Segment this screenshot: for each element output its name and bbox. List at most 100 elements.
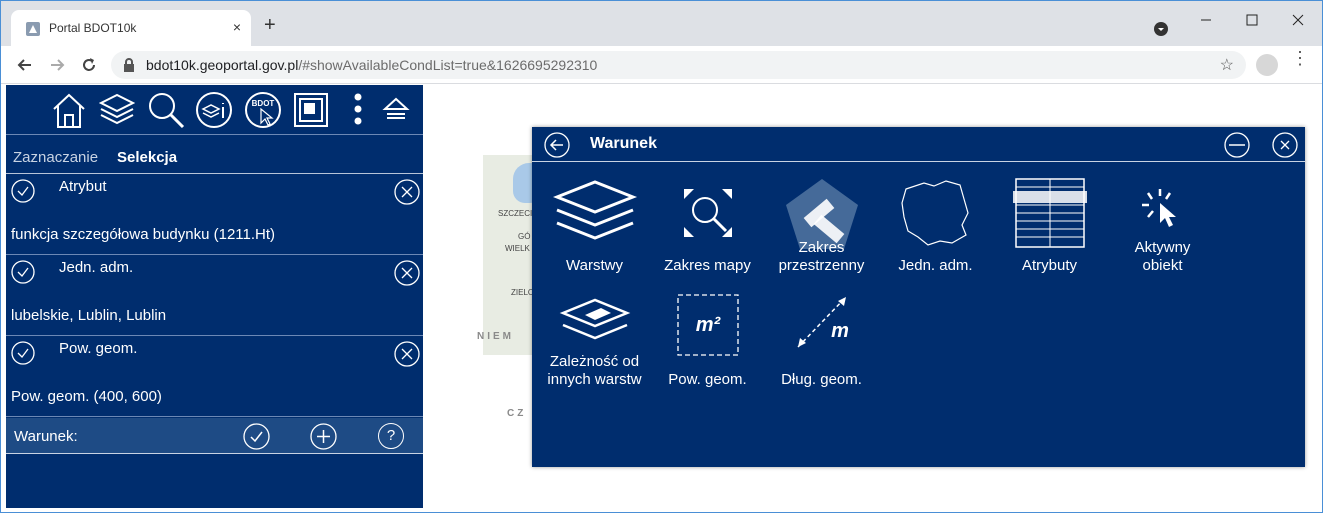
help-icon[interactable]: ? xyxy=(378,423,404,449)
option-zaleznosc[interactable]: Zależność od innych warstw xyxy=(537,297,652,397)
option-label: Zakres mapy xyxy=(664,257,751,274)
extent-icon[interactable] xyxy=(293,91,329,129)
option-pow-geom[interactable]: m² Pow. geom. xyxy=(650,294,765,397)
url-field[interactable]: bdot10k.geoportal.gov.pl/#showAvailableC… xyxy=(111,51,1246,79)
option-label: innych warstw xyxy=(547,371,642,388)
browser-window: Portal BDOT10k × + bdot10k.geoportal.gov… xyxy=(0,0,1323,513)
option-warstwy[interactable]: Warstwy xyxy=(537,177,652,277)
bookmark-star-icon[interactable]: ☆ xyxy=(1220,55,1234,75)
tab-selekcja[interactable]: Selekcja xyxy=(117,149,177,166)
profile-dropdown-icon[interactable] xyxy=(1153,21,1169,37)
back-arrow-icon[interactable] xyxy=(15,55,35,75)
forward-arrow-icon[interactable] xyxy=(47,55,67,75)
condition-name: Pow. geom. xyxy=(59,340,138,357)
area-measure-icon: m² xyxy=(676,294,739,356)
option-label: Aktywny xyxy=(1134,239,1191,256)
condition-bar-label: Warunek: xyxy=(14,428,78,445)
map-label: ZIELO xyxy=(511,288,533,297)
condition-dialog: Warunek Warstwy Zakres mapy Zakres przes… xyxy=(532,127,1305,467)
option-zakres-mapy[interactable]: Zakres mapy xyxy=(650,177,765,277)
lock-icon xyxy=(124,58,134,72)
minimize-icon[interactable] xyxy=(1199,13,1213,27)
apply-check-icon[interactable] xyxy=(243,423,270,450)
condition-name: Jedn. adm. xyxy=(59,259,134,276)
check-circle-icon[interactable] xyxy=(11,179,35,203)
url-host: bdot10k.geoportal.gov.pl xyxy=(146,57,299,73)
option-label: Warstwy xyxy=(566,257,623,274)
condition-value: funkcja szczegółowa budynku (1211.Ht) xyxy=(11,226,276,243)
map-label: GÓ xyxy=(518,232,531,241)
length-icon-text: m xyxy=(831,320,849,342)
length-measure-icon: m xyxy=(796,296,849,348)
condition-item: Jedn. adm. lubelskie, Lublin, Lublin xyxy=(6,256,423,336)
bdot-icon-label: BDOT xyxy=(252,99,275,108)
reload-icon[interactable] xyxy=(79,55,99,75)
add-condition-icon[interactable] xyxy=(310,423,337,450)
back-arrow-icon[interactable] xyxy=(544,132,570,158)
minimize-dialog-icon[interactable] xyxy=(1224,132,1250,158)
option-label: Dług. geom. xyxy=(781,371,862,388)
dialog-header: Warunek xyxy=(532,127,1305,162)
search-icon[interactable] xyxy=(147,91,185,129)
layers-icon xyxy=(552,180,637,240)
map-water xyxy=(513,163,533,203)
collapse-icon[interactable] xyxy=(381,95,411,125)
layer-dependency-icon xyxy=(559,298,630,340)
map-label: WIELK xyxy=(505,244,530,253)
tab-strip: Portal BDOT10k × + xyxy=(1,1,1322,46)
option-dlug-geom[interactable]: m Dług. geom. xyxy=(764,296,879,397)
condition-value: Pow. geom. (400, 600) xyxy=(11,388,162,405)
map-view[interactable]: SZCZECI GÓ WIELK ZIELO NIEM CZ xyxy=(423,85,533,512)
panel-toolbar: BDOT xyxy=(6,85,423,135)
check-circle-icon[interactable] xyxy=(11,341,35,365)
option-label: Zależność od xyxy=(549,353,640,370)
window-close-icon[interactable] xyxy=(1291,13,1305,27)
map-label: NIEM xyxy=(477,331,514,342)
option-label: Atrybuty xyxy=(1021,257,1078,274)
option-atrybuty[interactable]: Atrybuty xyxy=(992,177,1107,277)
attribute-table-icon xyxy=(1012,178,1087,248)
map-label: SZCZECI xyxy=(498,209,533,218)
tab-close-button[interactable]: × xyxy=(229,19,245,35)
option-jedn-adm[interactable]: Jedn. adm. xyxy=(878,177,993,277)
remove-condition-icon[interactable] xyxy=(394,341,420,367)
area-icon-text: m² xyxy=(695,314,721,336)
option-label: obiekt xyxy=(1142,257,1183,274)
home-icon[interactable] xyxy=(51,91,87,129)
new-tab-button[interactable]: + xyxy=(264,15,276,35)
profile-avatar-icon[interactable] xyxy=(1256,54,1278,76)
option-label: przestrzenny xyxy=(778,257,865,274)
url-path: /#showAvailableCondList=true&16266952923… xyxy=(298,57,598,73)
option-label: Jedn. adm. xyxy=(898,257,973,274)
condition-value: lubelskie, Lublin, Lublin xyxy=(11,307,167,324)
tab-title: Portal BDOT10k xyxy=(49,21,137,35)
tab-zaznaczanie[interactable]: Zaznaczanie xyxy=(13,149,98,166)
browser-menu-icon[interactable]: ⋮ xyxy=(1291,49,1309,67)
browser-tab[interactable]: Portal BDOT10k × xyxy=(11,10,251,46)
option-label: Pow. geom. xyxy=(668,371,747,388)
remove-condition-icon[interactable] xyxy=(394,179,420,205)
panel-tabs: Zaznaczanie Selekcja xyxy=(6,136,423,174)
option-zakres-przestrzenny[interactable]: Zakres przestrzenny xyxy=(764,177,879,277)
favicon-icon xyxy=(26,22,40,36)
close-dialog-icon[interactable] xyxy=(1272,132,1298,158)
condition-bar: Warunek: ? xyxy=(6,418,423,454)
page-content: SZCZECI GÓ WIELK ZIELO NIEM CZ BDOT Zazn… xyxy=(1,85,1322,512)
selection-panel: BDOT Zaznaczanie Selekcja Atrybut funkcj… xyxy=(6,85,423,508)
active-object-cursor-icon xyxy=(1141,189,1176,227)
remove-condition-icon[interactable] xyxy=(394,260,420,286)
option-aktywny-obiekt[interactable]: Aktywny obiekt xyxy=(1105,177,1220,277)
address-bar: bdot10k.geoportal.gov.pl/#showAvailableC… xyxy=(1,46,1322,84)
layer-info-icon[interactable] xyxy=(195,91,233,129)
dialog-title: Warunek xyxy=(590,135,657,152)
map-extent-search-icon xyxy=(683,189,732,237)
check-circle-icon[interactable] xyxy=(11,260,35,284)
layers-icon[interactable] xyxy=(99,91,135,127)
bdot-cursor-icon[interactable]: BDOT xyxy=(244,91,282,129)
map-label: CZ xyxy=(507,408,527,419)
maximize-icon[interactable] xyxy=(1245,13,1259,27)
condition-item: Pow. geom. Pow. geom. (400, 600) xyxy=(6,337,423,417)
url-text: bdot10k.geoportal.gov.pl/#showAvailableC… xyxy=(146,57,597,73)
more-vertical-icon[interactable] xyxy=(351,91,365,129)
condition-item: Atrybut funkcja szczegółowa budynku (121… xyxy=(6,175,423,255)
